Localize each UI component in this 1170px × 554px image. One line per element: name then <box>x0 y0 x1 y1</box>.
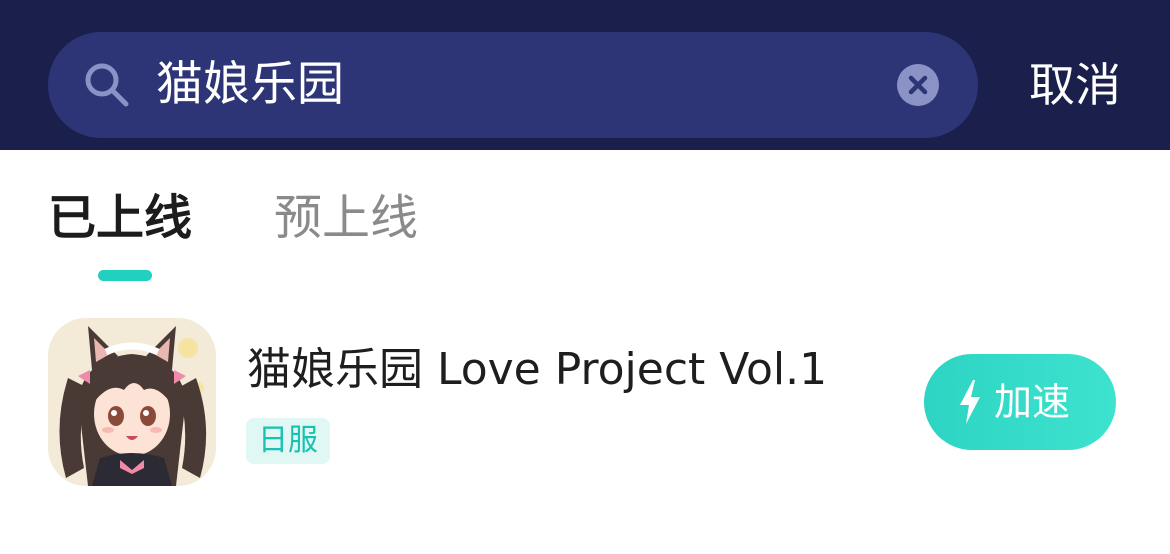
search-input[interactable]: 猫娘乐园 <box>156 32 344 138</box>
accelerate-label: 加速 <box>994 380 1071 424</box>
bolt-icon <box>960 380 980 424</box>
tab-active-indicator <box>98 270 152 281</box>
region-badge: 日服 <box>246 418 330 464</box>
app-icon <box>48 318 216 486</box>
top-bar: 猫娘乐园 取消 <box>0 0 1170 150</box>
tab-upcoming[interactable]: 预上线 <box>274 186 418 250</box>
list-item[interactable]: 猫娘乐园 Love Project Vol.1 日服 加速 <box>0 300 1170 500</box>
accelerate-button[interactable]: 加速 <box>924 354 1116 450</box>
tab-online[interactable]: 已上线 <box>48 186 192 250</box>
search-icon <box>85 63 129 107</box>
app-title: 猫娘乐园 Love Project Vol.1 <box>247 344 828 395</box>
clear-icon[interactable] <box>896 63 940 107</box>
search-bar[interactable]: 猫娘乐园 <box>48 32 978 138</box>
cancel-button[interactable]: 取消 <box>1010 32 1140 138</box>
